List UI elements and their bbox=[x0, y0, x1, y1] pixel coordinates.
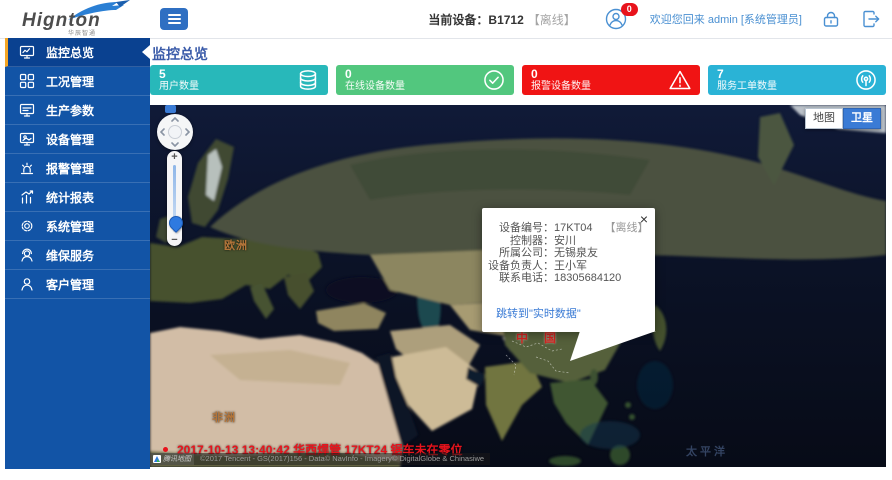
top-header: Hignton 华辰智通 当前设备：B1712 【离线】 0 欢迎您回来 admi… bbox=[0, 0, 892, 39]
sidebar-item-production-params[interactable]: 生产参数 bbox=[5, 96, 150, 125]
sidebar-item-label: 生产参数 bbox=[46, 102, 94, 119]
realtime-data-link[interactable]: 跳转到"实时数据" bbox=[496, 305, 581, 321]
pan-down-icon[interactable] bbox=[171, 142, 179, 147]
database-icon bbox=[296, 68, 320, 92]
alarm-dot-icon bbox=[163, 447, 168, 452]
pan-left-icon[interactable] bbox=[160, 128, 165, 136]
sidebar-item-label: 系统管理 bbox=[46, 218, 94, 235]
sidebar-item-label: 监控总览 bbox=[46, 44, 94, 61]
popup-row-controller: 控制器： 安川 bbox=[482, 235, 655, 248]
attribution-text: ©2017 Tencent - GS(2017)156 - Data© NavI… bbox=[194, 453, 490, 465]
logo-subtitle: 华辰智通 bbox=[68, 28, 96, 37]
sidebar-item-statistics-report[interactable]: 统计报表 bbox=[5, 183, 150, 212]
popup-rows: 设备编号： 17KT04【离线】 控制器： 安川 所属公司： 无锡泉友 设备负责… bbox=[482, 222, 655, 285]
map-overview-icon[interactable] bbox=[165, 105, 176, 113]
popup-tail bbox=[562, 331, 656, 361]
monitor-icon bbox=[19, 44, 35, 60]
stat-label: 用户数量 bbox=[159, 81, 319, 93]
stat-card-users: 5 用户数量 bbox=[150, 65, 328, 95]
app-window: Hignton 华辰智通 当前设备：B1712 【离线】 0 欢迎您回来 admi… bbox=[0, 0, 892, 480]
pan-right-icon[interactable] bbox=[185, 128, 190, 136]
sidebar-nav: 监控总览 工况管理 生产参数 设备管理 报警管理 bbox=[5, 38, 150, 469]
user-avatar-icon[interactable]: 0 bbox=[604, 7, 628, 31]
stat-label: 在线设备数量 bbox=[345, 81, 505, 93]
sidebar-item-label: 报警管理 bbox=[46, 160, 94, 177]
map-zoom-slider[interactable]: + − bbox=[167, 151, 182, 246]
tencent-map-logo: 腾讯地图 bbox=[150, 453, 194, 465]
active-item-arrow bbox=[135, 45, 150, 59]
current-device-status: 【离线】 bbox=[528, 13, 576, 27]
map-attribution: 腾讯地图 ©2017 Tencent - GS(2017)156 - Data©… bbox=[150, 453, 490, 465]
stat-card-service-orders: 7 服务工单数量 bbox=[708, 65, 886, 95]
gear-icon bbox=[19, 218, 35, 234]
map-provider-icon bbox=[153, 455, 161, 463]
stat-label: 报警设备数量 bbox=[531, 81, 691, 93]
map-type-button-map[interactable]: 地图 bbox=[805, 108, 843, 129]
check-circle-icon bbox=[482, 68, 506, 92]
map-label-europe: 欧洲 bbox=[224, 237, 248, 253]
popup-row-owner: 设备负责人： 王小军 bbox=[482, 260, 655, 273]
logout-icon[interactable] bbox=[860, 8, 882, 30]
popup-row-phone: 联系电话： 18305684120 bbox=[482, 272, 655, 285]
stat-value: 5 bbox=[159, 68, 319, 81]
user-name: admin [系统管理员] bbox=[708, 14, 802, 26]
current-device-label: 当前设备： bbox=[428, 13, 488, 27]
stat-card-alarm-devices: 0 报警设备数量 bbox=[522, 65, 700, 95]
sidebar-item-customer-management[interactable]: 客户管理 bbox=[5, 270, 150, 299]
sidebar-item-label: 工况管理 bbox=[46, 73, 94, 90]
map-type-button-satellite[interactable]: 卫星 bbox=[843, 108, 881, 129]
pan-center-icon[interactable] bbox=[168, 125, 182, 139]
world-map[interactable]: 欧洲 非洲 中国 太平洋 地图 卫星 + − × bbox=[150, 105, 886, 467]
current-device-value: B1712 bbox=[488, 13, 523, 27]
monitor-icon bbox=[19, 131, 35, 147]
sidebar-item-device-management[interactable]: 设备管理 bbox=[5, 125, 150, 154]
sidebar-toggle-button[interactable] bbox=[160, 8, 188, 30]
sidebar-item-system-management[interactable]: 系统管理 bbox=[5, 212, 150, 241]
lock-icon[interactable] bbox=[820, 8, 842, 30]
sidebar-item-label: 设备管理 bbox=[46, 131, 94, 148]
zoom-in-button[interactable]: + bbox=[167, 151, 182, 163]
popup-row-device-id: 设备编号： 17KT04【离线】 bbox=[482, 222, 655, 235]
pan-up-icon[interactable] bbox=[171, 117, 179, 122]
sidebar-item-alarm-management[interactable]: 报警管理 bbox=[5, 154, 150, 183]
notification-badge: 0 bbox=[621, 3, 638, 16]
sidebar-item-working-condition[interactable]: 工况管理 bbox=[5, 67, 150, 96]
broadcast-icon bbox=[854, 68, 878, 92]
zoom-out-button[interactable]: − bbox=[167, 234, 182, 246]
stat-value: 7 bbox=[717, 68, 877, 81]
warning-triangle-icon bbox=[668, 68, 692, 92]
map-label-pacific: 太平洋 bbox=[686, 443, 728, 459]
map-label-africa: 非洲 bbox=[212, 409, 236, 425]
stat-label: 服务工单数量 bbox=[717, 81, 877, 93]
monitor-icon bbox=[19, 102, 35, 118]
welcome-text: 欢迎您回来 admin [系统管理员] bbox=[650, 11, 802, 27]
alarm-icon bbox=[19, 160, 35, 176]
sidebar-item-label: 客户管理 bbox=[46, 276, 94, 293]
device-info-popup: × 设备编号： 17KT04【离线】 控制器： 安川 所属公司： 无锡泉友 设备… bbox=[482, 208, 655, 332]
stat-cards-row: 5 用户数量 0 在线设备数量 0 报警设备数量 7 服务工单数量 bbox=[150, 65, 886, 95]
popup-row-company: 所属公司： 无锡泉友 bbox=[482, 247, 655, 260]
map-type-toggle: 地图 卫星 bbox=[805, 108, 881, 129]
brand-logo: Hignton 华辰智通 bbox=[16, 2, 136, 36]
current-device-text: 当前设备：B1712 【离线】 bbox=[428, 11, 575, 28]
stat-value: 0 bbox=[345, 68, 505, 81]
sidebar-item-maintenance-service[interactable]: 维保服务 bbox=[5, 241, 150, 270]
sidebar-item-monitoring-overview[interactable]: 监控总览 bbox=[5, 38, 150, 67]
sidebar-item-label: 统计报表 bbox=[46, 189, 94, 206]
popup-device-status: 【离线】 bbox=[605, 222, 649, 234]
grid-icon bbox=[19, 73, 35, 89]
map-pan-control[interactable] bbox=[157, 114, 193, 150]
page-title: 监控总览 bbox=[152, 44, 208, 64]
person-icon bbox=[19, 276, 35, 292]
sidebar-item-label: 维保服务 bbox=[46, 247, 94, 264]
chart-icon bbox=[19, 189, 35, 205]
stat-value: 0 bbox=[531, 68, 691, 81]
service-person-icon bbox=[19, 247, 35, 263]
stat-card-online-devices: 0 在线设备数量 bbox=[336, 65, 514, 95]
